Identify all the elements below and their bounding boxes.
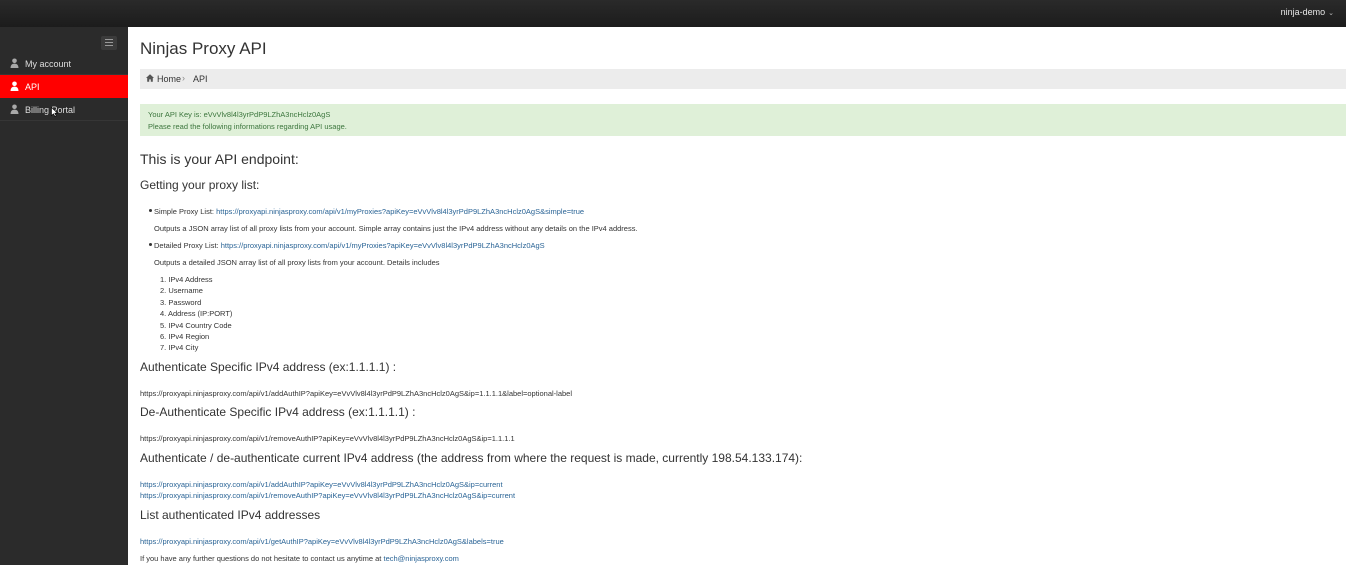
home-icon [146, 74, 154, 82]
user-icon [10, 58, 19, 68]
sidebar-item-billing-portal[interactable]: Billing Portal [0, 98, 128, 121]
list-item: 6. IPv4 Region [160, 332, 210, 341]
user-icon [10, 104, 19, 114]
simple-proxy-link[interactable]: https://proxyapi.ninjasproxy.com/api/v1/… [216, 207, 584, 216]
api-key-text: Your API Key is: eVvVlv8l4l3yrPdP9LZhA3n… [148, 110, 331, 119]
sidebar-item-api[interactable]: API [0, 75, 128, 98]
endpoint-heading: This is your API endpoint: [140, 151, 299, 167]
list-auth-link[interactable]: https://proxyapi.ninjasproxy.com/api/v1/… [140, 537, 504, 546]
menu-toggle-icon[interactable] [101, 36, 117, 50]
list-item: 3. Password [160, 298, 202, 307]
bullet [149, 209, 152, 212]
api-usage-note: Please read the following informations r… [148, 122, 347, 131]
authenticate-heading: Authenticate Specific IPv4 address (ex:1… [140, 360, 397, 374]
breadcrumb: Home › API [140, 69, 1346, 89]
list-item: 2. Username [160, 286, 203, 295]
mouse-cursor-icon [51, 107, 59, 117]
page-title: Ninjas Proxy API [140, 39, 267, 58]
user-icon [10, 81, 19, 91]
breadcrumb-current: API [193, 74, 208, 84]
bullet [149, 243, 152, 246]
simple-proxy-list-row: Simple Proxy List: https://proxyapi.ninj… [154, 207, 584, 216]
contact-line: If you have any further questions do not… [140, 554, 459, 563]
breadcrumb-home[interactable]: Home [157, 74, 181, 84]
contact-text: If you have any further questions do not… [140, 554, 384, 563]
list-item: 1. IPv4 Address [160, 275, 213, 284]
simple-proxy-label: Simple Proxy List: [154, 207, 217, 216]
sidebar-item-label: API [25, 82, 40, 92]
deauthenticate-heading: De-Authenticate Specific IPv4 address (e… [140, 405, 416, 419]
list-item: 7. IPv4 City [160, 343, 199, 352]
sidebar-item-label: My account [25, 59, 72, 69]
proxy-list-heading: Getting your proxy list: [140, 178, 260, 192]
list-item: 4. Address (IP:PORT) [160, 309, 233, 318]
chevron-right-icon: › [182, 73, 185, 83]
sidebar: My account API Billing Portal [0, 27, 128, 565]
detailed-proxy-description: Outputs a detailed JSON array list of al… [154, 258, 440, 267]
deauthenticate-url: https://proxyapi.ninjasproxy.com/api/v1/… [140, 434, 515, 443]
user-name: ninja-demo [1280, 7, 1326, 17]
detailed-proxy-link[interactable]: https://proxyapi.ninjasproxy.com/api/v1/… [221, 241, 545, 250]
detailed-proxy-list-row: Detailed Proxy List: https://proxyapi.ni… [154, 241, 545, 250]
list-item: 5. IPv4 Country Code [160, 321, 232, 330]
contact-email-link[interactable]: tech@ninjasproxy.com [383, 554, 458, 563]
list-auth-heading: List authenticated IPv4 addresses [140, 508, 321, 522]
current-ip-heading: Authenticate / de-authenticate current I… [140, 451, 803, 465]
top-bar: ninja-demo ⌄ [0, 0, 1346, 27]
current-ip-remove-link[interactable]: https://proxyapi.ninjasproxy.com/api/v1/… [140, 491, 515, 500]
sidebar-item-my-account[interactable]: My account [0, 52, 128, 75]
simple-proxy-description: Outputs a JSON array list of all proxy l… [154, 224, 638, 233]
user-menu[interactable]: ninja-demo ⌄ [1281, 7, 1334, 17]
chevron-down-icon: ⌄ [1328, 10, 1334, 17]
authenticate-url: https://proxyapi.ninjasproxy.com/api/v1/… [140, 389, 572, 398]
detailed-proxy-label: Detailed Proxy List: [154, 241, 221, 250]
current-ip-add-link[interactable]: https://proxyapi.ninjasproxy.com/api/v1/… [140, 480, 503, 489]
api-key-alert: Your API Key is: eVvVlv8l4l3yrPdP9LZhA3n… [140, 104, 1346, 136]
